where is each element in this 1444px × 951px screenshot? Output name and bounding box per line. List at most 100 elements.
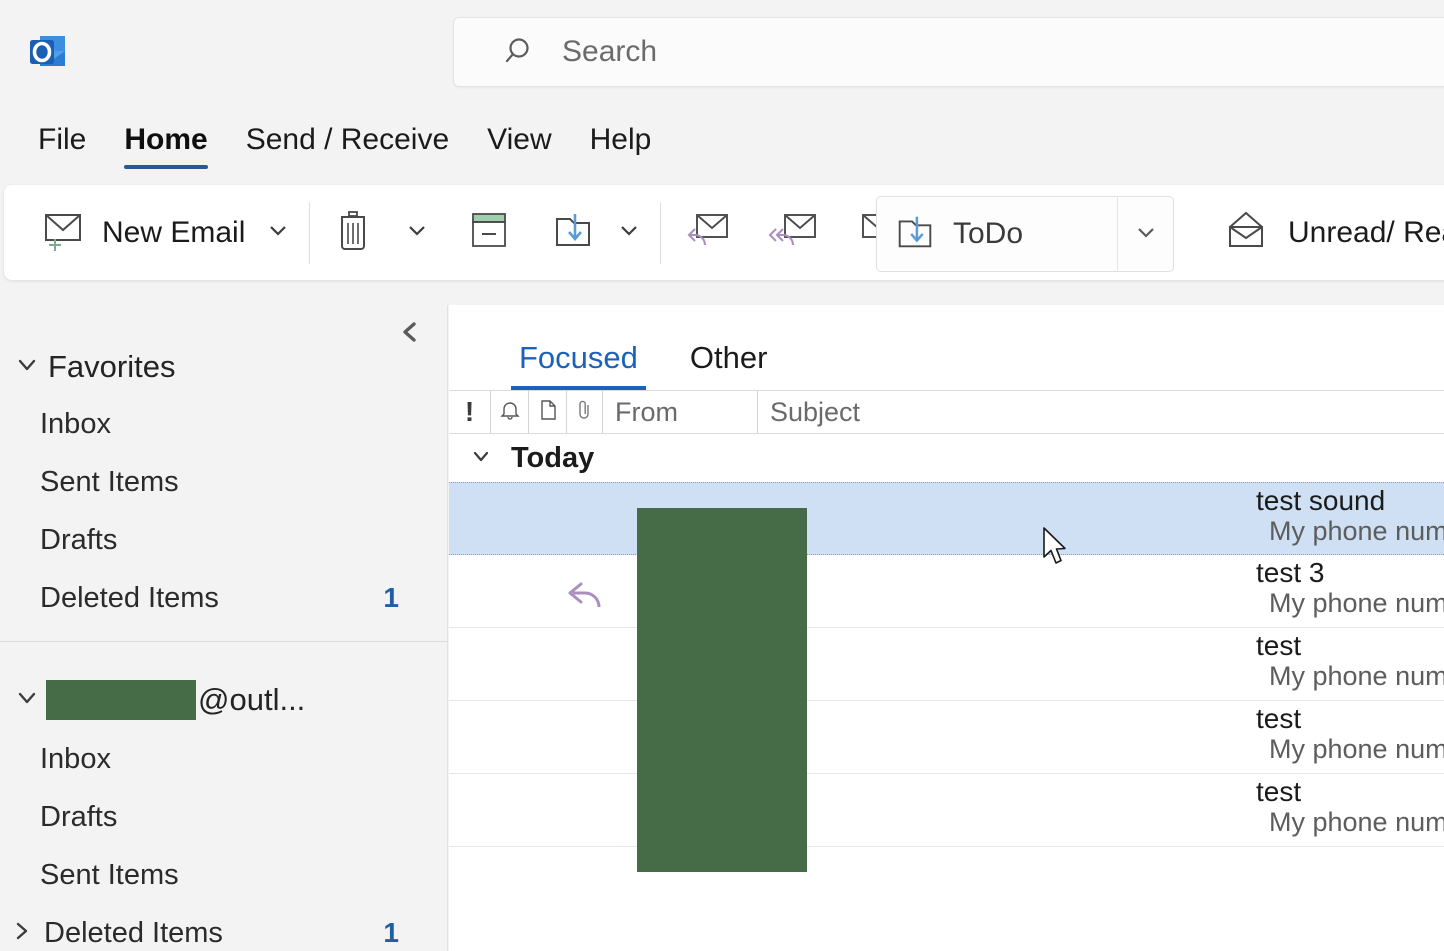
- replied-icon: [561, 567, 619, 622]
- message-subject: test: [1256, 776, 1302, 807]
- column-header-from[interactable]: From: [603, 390, 758, 434]
- message-preview: My phone number My email address A quote…: [1269, 588, 1444, 618]
- sidebar-item-sent-items-account[interactable]: Sent Items: [0, 846, 447, 904]
- new-email-label: New Email: [102, 215, 246, 249]
- message-subject: test: [1256, 630, 1302, 661]
- message-preview: My phone number My email address A quote…: [1269, 734, 1444, 764]
- search-input[interactable]: Search: [453, 17, 1444, 87]
- message-list-pane: Focused Other ! From Subject Today test …: [449, 305, 1444, 951]
- todo-dropdown-button[interactable]: [1117, 197, 1173, 271]
- sidebar-item-count: 1: [383, 582, 399, 613]
- chevron-right-icon[interactable]: [8, 917, 36, 950]
- sidebar-item-drafts-fav[interactable]: Drafts: [0, 511, 447, 569]
- sidebar-item-label: Drafts: [40, 523, 118, 556]
- chevron-down-icon: [12, 350, 42, 385]
- ribbon-divider-2: [660, 201, 662, 264]
- tab-view[interactable]: View: [487, 105, 551, 171]
- tab-home[interactable]: Home: [124, 105, 209, 171]
- chevron-down-icon: [467, 442, 495, 475]
- column-header-importance[interactable]: !: [449, 390, 491, 434]
- message-preview: My phone number My email address A quote…: [1269, 661, 1444, 691]
- tab-other[interactable]: Other: [682, 340, 776, 390]
- paperclip-icon: [576, 398, 594, 427]
- outlook-logo-icon: [27, 31, 69, 73]
- favorites-label: Favorites: [48, 349, 176, 384]
- sidebar-item-label: Deleted Items: [44, 916, 223, 949]
- new-email-icon: [38, 207, 86, 258]
- page-icon: [538, 398, 558, 427]
- todo-chevron-down-icon: [1133, 219, 1159, 250]
- sidebar-item-label: Inbox: [40, 742, 111, 775]
- column-header-attachment[interactable]: [567, 390, 603, 434]
- column-header-document[interactable]: [529, 390, 567, 434]
- sidebar-item-deleted-items-account[interactable]: Deleted Items 1: [0, 904, 447, 951]
- table-row[interactable]: test sound My phone number My email addr…: [449, 482, 1444, 555]
- chevron-left-icon: [398, 319, 422, 350]
- bell-icon: [499, 398, 521, 427]
- collapse-pane-button[interactable]: [391, 315, 429, 353]
- account-group-header[interactable]: @outl...: [0, 670, 447, 730]
- account-label: @outl...: [198, 682, 306, 717]
- archive-button[interactable]: [458, 197, 520, 269]
- table-row[interactable]: test My phone number My email address A …: [449, 774, 1444, 847]
- sidebar-item-inbox-fav[interactable]: Inbox: [0, 395, 447, 453]
- sidebar-item-drafts-account[interactable]: Drafts: [0, 788, 447, 846]
- message-preview: My phone number My email address A quote…: [1269, 516, 1444, 546]
- folder-pane: Favorites Inbox Sent Items Drafts Delete…: [0, 305, 448, 951]
- todo-button[interactable]: ToDo: [876, 196, 1174, 272]
- sidebar-item-label: Sent Items: [40, 858, 179, 891]
- todo-button-main[interactable]: ToDo: [877, 197, 1117, 271]
- sidebar-divider: [0, 641, 448, 642]
- group-header-today[interactable]: Today: [449, 434, 1444, 482]
- reply-icon: [683, 207, 735, 258]
- move-chevron-down-icon[interactable]: [616, 217, 642, 248]
- table-row[interactable]: test My phone number My email address A …: [449, 628, 1444, 701]
- ribbon-divider: [309, 201, 311, 264]
- exclamation-icon: !: [464, 396, 475, 427]
- message-preview: My phone number My email address A quote…: [1269, 807, 1444, 837]
- favorites-group-header[interactable]: Favorites: [0, 339, 447, 395]
- mouse-pointer-icon: [1042, 527, 1072, 574]
- delete-chevron-down-icon[interactable]: [404, 217, 430, 248]
- move-to-folder-icon: [893, 210, 937, 259]
- new-email-button[interactable]: New Email: [30, 197, 253, 269]
- reply-all-button[interactable]: [759, 197, 831, 269]
- sidebar-item-count: 1: [383, 917, 399, 948]
- sidebar-item-label: Inbox: [40, 407, 111, 440]
- sidebar-item-deleted-items-fav[interactable]: Deleted Items 1: [0, 569, 447, 627]
- unread-read-label: Unread/ Rea: [1288, 215, 1444, 249]
- reply-button[interactable]: [675, 197, 743, 269]
- column-header-subject[interactable]: Subject: [758, 390, 1358, 434]
- table-row[interactable]: test My phone number My email address A …: [449, 701, 1444, 774]
- move-to-folder-icon: [550, 207, 596, 258]
- delete-button[interactable]: [324, 197, 382, 269]
- column-header-reminder[interactable]: [491, 390, 529, 434]
- account-name-redaction: [46, 680, 196, 720]
- trash-icon: [332, 206, 374, 259]
- archive-box-icon: [466, 208, 512, 257]
- message-subject: test sound: [1256, 485, 1386, 516]
- sidebar-item-sent-items-fav[interactable]: Sent Items: [0, 453, 447, 511]
- ribbon-toolbar: New Email Unread/ Rea: [4, 185, 1444, 280]
- title-bar: Search: [0, 0, 1444, 105]
- move-to-folder-button[interactable]: [542, 197, 604, 269]
- outlook-window: Search File Home Send / Receive View Hel…: [0, 0, 1444, 951]
- tab-help[interactable]: Help: [590, 105, 652, 171]
- unread-read-button[interactable]: Unread/ Rea: [1212, 197, 1444, 269]
- sidebar-item-inbox-account[interactable]: Inbox: [0, 730, 447, 788]
- search-icon: [504, 35, 538, 69]
- tab-focused[interactable]: Focused: [511, 340, 646, 390]
- message-subject: test 3: [1256, 557, 1325, 588]
- message-subject: test: [1256, 703, 1302, 734]
- open-envelope-icon: [1220, 207, 1272, 258]
- group-label: Today: [511, 441, 595, 474]
- ribbon-group-delete: [324, 185, 646, 280]
- table-row[interactable]: test 3 My phone number My email address …: [449, 555, 1444, 628]
- tab-send-receive[interactable]: Send / Receive: [246, 105, 449, 171]
- ribbon-tabs: File Home Send / Receive View Help: [0, 105, 1444, 180]
- new-email-chevron-down-icon[interactable]: [265, 217, 291, 248]
- chevron-down-icon: [12, 683, 42, 718]
- tab-file[interactable]: File: [38, 105, 86, 171]
- sidebar-item-label: Drafts: [40, 800, 118, 833]
- sender-name-redaction: [637, 508, 807, 872]
